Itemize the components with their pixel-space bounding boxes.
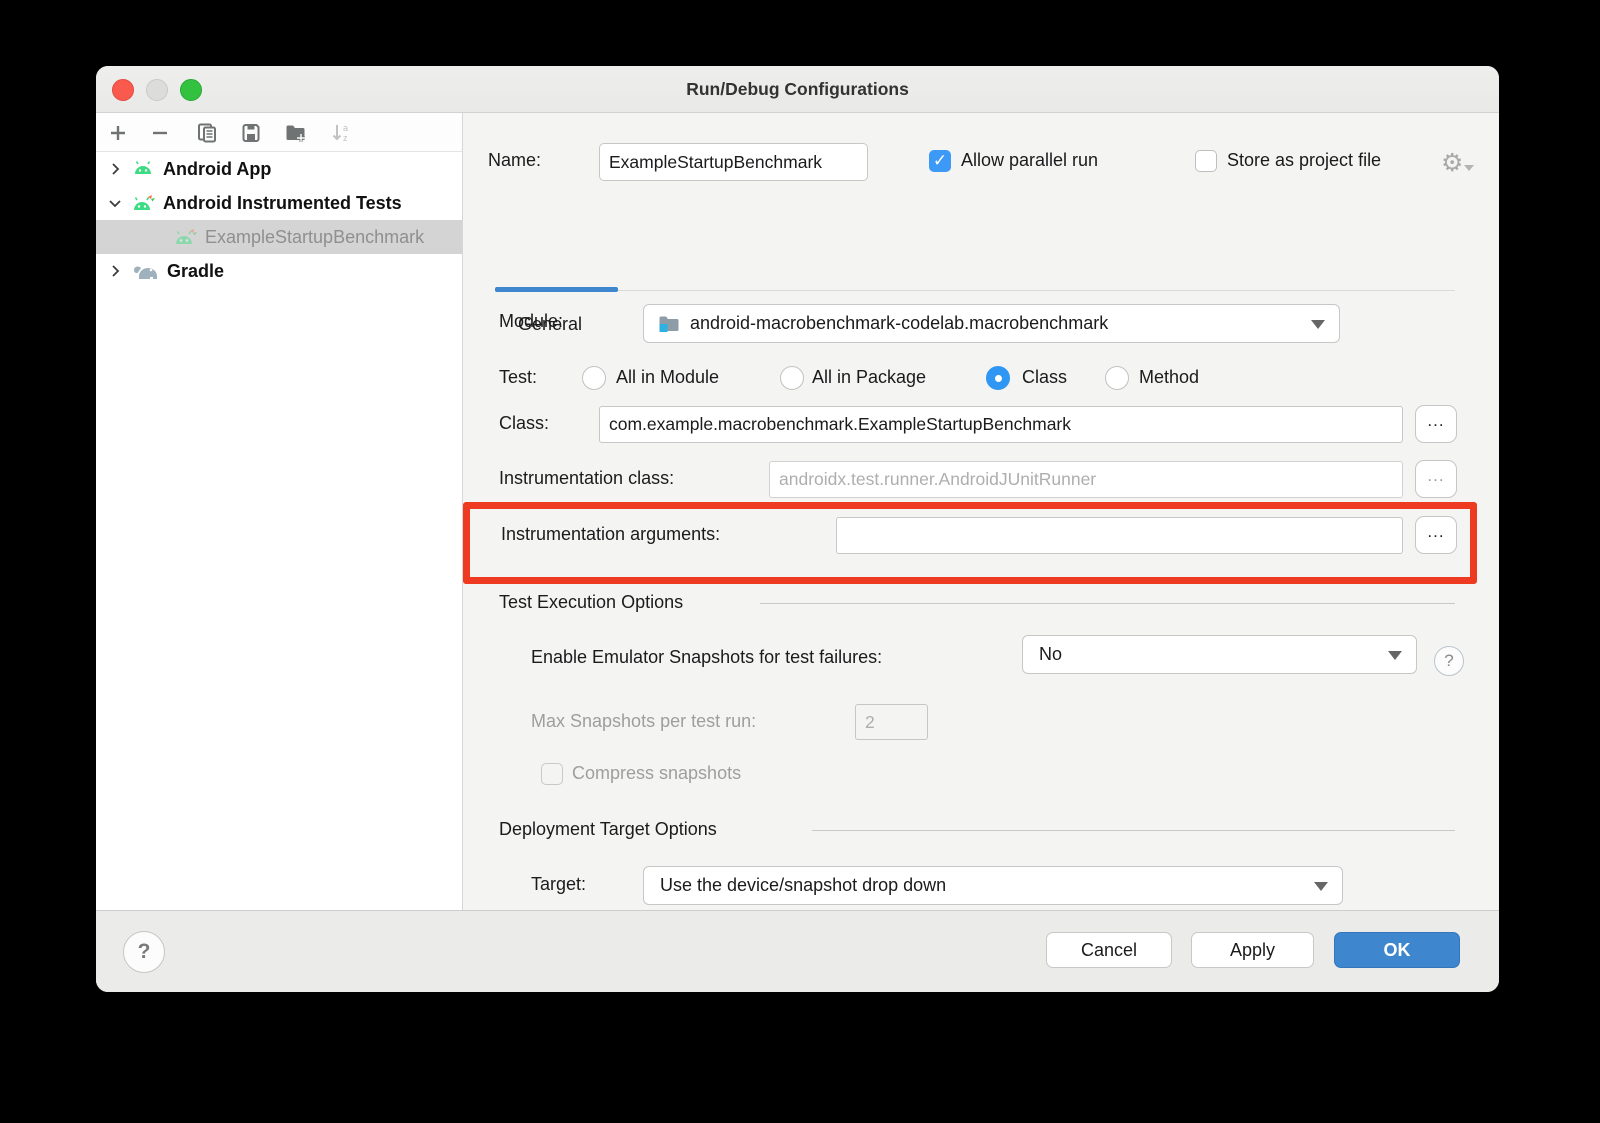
chevron-right-icon[interactable] [108,162,122,176]
allow-parallel-run-label[interactable]: Allow parallel run [961,150,1098,171]
class-label: Class: [499,413,549,434]
svg-text:z: z [343,133,348,143]
radio-class-label[interactable]: Class [1022,367,1067,388]
copy-configuration-icon[interactable] [194,120,220,146]
instrumentation-arguments-browse-button[interactable]: ... [1415,516,1457,554]
name-label: Name: [488,150,541,171]
compress-snapshots-label: Compress snapshots [572,763,741,784]
section-divider [812,830,1455,831]
gear-icon[interactable]: ⚙ [1441,148,1463,178]
deployment-target-options-title: Deployment Target Options [499,819,717,840]
check-icon: ✓ [933,151,947,171]
radio-all-in-package-label[interactable]: All in Package [812,367,926,388]
class-input[interactable] [599,406,1403,443]
dropdown-arrow-icon [1311,320,1325,329]
dialog-title: Run/Debug Configurations [96,66,1499,112]
gradle-icon [131,259,161,283]
sidebar-item-android-app[interactable]: Android App [96,152,462,186]
instrumentation-arguments-label: Instrumentation arguments: [501,524,720,545]
test-label: Test: [499,367,537,388]
section-divider [760,603,1455,604]
chevron-down-icon[interactable] [108,196,122,210]
gear-dropdown-arrow-icon [1464,165,1474,171]
emulator-snapshots-value: No [1039,644,1062,665]
target-value: Use the device/snapshot drop down [660,875,946,896]
android-test-faded-icon [173,225,199,249]
instrumentation-arguments-input[interactable] [836,517,1403,554]
svg-text:a: a [343,123,348,133]
apply-button[interactable]: Apply [1191,932,1314,968]
ok-button[interactable]: OK [1334,932,1460,968]
class-browse-button[interactable]: ... [1415,405,1457,443]
android-test-icon [131,191,157,215]
emulator-snapshots-label: Enable Emulator Snapshots for test failu… [531,647,882,668]
sidebar-item-examplestartupbenchmark[interactable]: ExampleStartupBenchmark [96,220,462,254]
instrumentation-class-label: Instrumentation class: [499,468,674,489]
sidebar-item-gradle[interactable]: Gradle [96,254,462,288]
instrumentation-class-input[interactable] [769,461,1403,498]
max-snapshots-input[interactable] [855,704,928,740]
dropdown-arrow-icon [1388,651,1402,660]
target-dropdown[interactable]: Use the device/snapshot drop down [643,866,1343,905]
sidebar-item-label: Android App [163,159,271,180]
module-value: android-macrobenchmark-codelab.macrobenc… [690,313,1108,334]
help-icon[interactable]: ? [123,931,165,973]
snapshots-help-icon[interactable]: ? [1434,646,1464,676]
emulator-snapshots-dropdown[interactable]: No [1022,635,1417,674]
max-snapshots-label: Max Snapshots per test run: [531,711,756,732]
instrumentation-class-browse-button[interactable]: ... [1415,460,1457,498]
sort-alphabetically-icon: a z [328,120,354,146]
cancel-button[interactable]: Cancel [1046,932,1172,968]
radio-method[interactable] [1105,366,1129,390]
target-label: Target: [531,874,586,895]
store-as-project-file-label[interactable]: Store as project file [1227,150,1381,171]
module-label: Module: [499,311,563,332]
radio-all-in-module[interactable] [582,366,606,390]
sidebar-item-android-instrumented-tests[interactable]: Android Instrumented Tests [96,186,462,220]
test-execution-options-title: Test Execution Options [499,592,683,613]
sidebar-item-label: ExampleStartupBenchmark [205,227,424,248]
new-folder-icon[interactable] [283,120,309,146]
radio-all-in-package[interactable] [780,366,804,390]
sidebar-item-label: Gradle [167,261,224,282]
android-icon [131,157,157,181]
name-input[interactable] [599,143,868,181]
allow-parallel-run-checkbox[interactable]: ✓ [929,150,951,172]
sidebar-toolbar: a z [96,113,462,152]
radio-class[interactable] [986,366,1010,390]
run-debug-configurations-dialog: Run/Debug Configurations [96,66,1499,992]
add-configuration-icon[interactable] [105,120,131,146]
configurations-sidebar: a z Android App [96,113,463,910]
compress-snapshots-checkbox[interactable] [541,763,563,785]
store-as-project-file-checkbox[interactable] [1195,150,1217,172]
dropdown-arrow-icon [1314,882,1328,891]
tabs-divider [495,290,1455,291]
save-configuration-icon[interactable] [238,120,264,146]
module-folder-icon [658,314,680,333]
chevron-right-icon[interactable] [108,264,122,278]
sidebar-item-label: Android Instrumented Tests [163,193,402,214]
remove-configuration-icon[interactable] [147,120,173,146]
radio-all-in-module-label[interactable]: All in Module [616,367,719,388]
active-tab-underline [495,287,618,292]
radio-method-label[interactable]: Method [1139,367,1199,388]
module-dropdown[interactable]: android-macrobenchmark-codelab.macrobenc… [643,304,1340,343]
